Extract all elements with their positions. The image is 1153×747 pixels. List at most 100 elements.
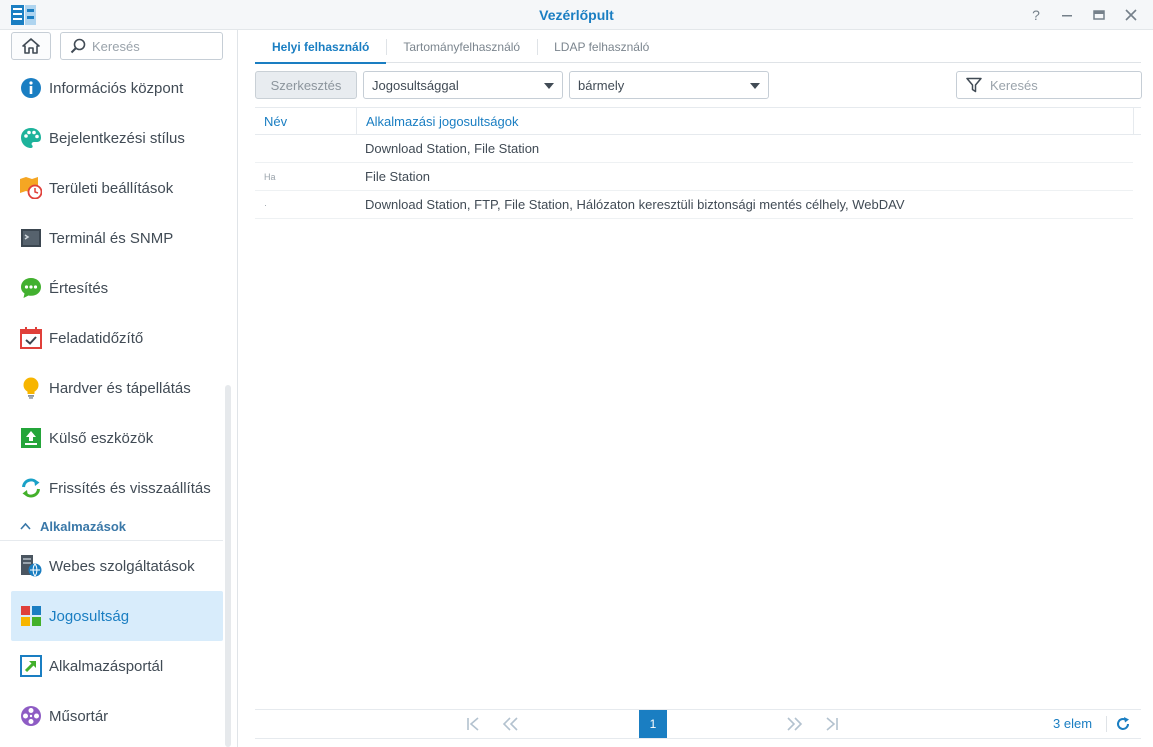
sidebar-item-application-portal[interactable]: Alkalmazásportál	[0, 641, 212, 691]
control-panel-window: Vezérlőpult ? Keresés Információs közpon…	[0, 0, 1153, 747]
sidebar-item-label: Jogosultság	[49, 607, 130, 625]
edit-button[interactable]: Szerkesztés	[255, 71, 357, 99]
refresh-icon	[1117, 717, 1129, 730]
column-header-name[interactable]: Név	[255, 108, 356, 134]
lightbulb-icon	[20, 377, 42, 399]
sidebar-item-label: Értesítés	[49, 279, 109, 297]
chat-bubble-icon	[20, 277, 42, 299]
tab-domain-user[interactable]: Tartományfelhasználó	[386, 30, 537, 63]
filter-type-select[interactable]: Jogosultsággal	[363, 71, 563, 99]
sidebar-item-label: Terminál és SNMP	[49, 229, 174, 247]
calendar-check-icon	[20, 327, 42, 349]
palette-icon	[20, 127, 42, 149]
tab-ldap-user[interactable]: LDAP felhasználó	[537, 30, 666, 63]
filter-search[interactable]	[956, 71, 1142, 99]
sidebar-item-label: Külső eszközök	[49, 429, 154, 447]
filter-search-input[interactable]	[990, 77, 1130, 93]
close-button[interactable]	[1121, 5, 1141, 25]
sidebar-item-login-style[interactable]: Bejelentkezési stílus	[0, 113, 212, 163]
first-page-button[interactable]	[463, 716, 483, 732]
sidebar-item-info-center[interactable]: Információs központ	[0, 63, 212, 113]
prev-page-button[interactable]	[500, 716, 520, 732]
sidebar-section-applications[interactable]: Alkalmazások	[0, 513, 223, 541]
home-icon	[22, 38, 40, 54]
sidebar-item-label: Területi beállítások	[49, 179, 174, 197]
upload-icon	[20, 427, 42, 449]
chevron-up-icon	[20, 521, 31, 533]
refresh-icon	[20, 477, 42, 499]
close-icon	[1125, 9, 1137, 21]
sidebar-section-label: Alkalmazások	[40, 519, 126, 534]
sidebar-search[interactable]	[60, 32, 223, 60]
maximize-button[interactable]	[1089, 5, 1109, 25]
sidebar-item-indexing-service[interactable]: Műsortár	[0, 691, 212, 741]
sidebar-item-label: Információs központ	[49, 79, 184, 97]
terminal-icon	[20, 227, 42, 249]
table-row[interactable]: Ha File Station	[255, 163, 1133, 191]
filter-type-value: Jogosultsággal	[372, 77, 459, 93]
refresh-button[interactable]	[1115, 716, 1131, 732]
column-header-app-privileges[interactable]: Alkalmazási jogosultságok	[356, 108, 1133, 134]
filter-value-select[interactable]: bármely	[569, 71, 769, 99]
sidebar: Információs központ Bejelentkezési stílu…	[0, 30, 238, 747]
sidebar-scrollbar[interactable]	[225, 385, 231, 747]
last-page-button[interactable]	[822, 716, 842, 732]
pagination-divider	[1106, 716, 1107, 732]
sidebar-item-label: Feladatidőzítő	[49, 329, 144, 347]
sidebar-list: Információs központ Bejelentkezési stílu…	[0, 63, 226, 741]
regional-clock-icon	[20, 177, 42, 199]
sidebar-item-label: Bejelentkezési stílus	[49, 129, 185, 147]
first-page-icon	[467, 717, 479, 731]
filter-value-value: bármely	[578, 77, 625, 93]
table-row[interactable]: · Download Station, FTP, File Station, H…	[255, 191, 1133, 219]
current-page-button[interactable]: 1	[639, 710, 667, 738]
sidebar-item-external-devices[interactable]: Külső eszközök	[0, 413, 212, 463]
app-portal-icon	[20, 655, 42, 677]
sidebar-item-label: Alkalmazásportál	[49, 657, 164, 675]
sidebar-item-label: Műsortár	[49, 707, 109, 725]
home-button[interactable]	[11, 32, 51, 60]
film-reel-icon	[20, 705, 42, 727]
sidebar-item-web-services[interactable]: Webes szolgáltatások	[0, 541, 212, 591]
minimize-icon	[1062, 15, 1072, 17]
item-count: 3 elem	[1053, 716, 1093, 731]
minimize-button[interactable]	[1057, 5, 1077, 25]
table-cell-perms: File Station	[365, 169, 431, 184]
last-page-icon	[826, 717, 838, 731]
sidebar-item-label: Webes szolgáltatások	[49, 557, 195, 575]
sidebar-item-task-scheduler[interactable]: Feladatidőzítő	[0, 313, 212, 363]
table-header: Név Alkalmazási jogosultságok	[255, 107, 1141, 135]
sidebar-item-privileges[interactable]: Jogosultság	[11, 591, 223, 641]
privileges-icon	[20, 605, 42, 627]
chevron-down-icon	[750, 83, 760, 89]
search-icon	[70, 38, 86, 54]
table-row[interactable]: Download Station, File Station	[255, 135, 1133, 163]
info-icon	[20, 77, 42, 99]
window-title: Vezérlőpult	[539, 7, 614, 23]
web-server-icon	[20, 555, 42, 577]
sidebar-item-label: Hardver és tápellátás	[49, 379, 191, 397]
tab-bar: Helyi felhasználó Tartományfelhasználó L…	[255, 30, 1141, 64]
sidebar-item-label: Frissítés és visszaállítás	[49, 479, 211, 497]
chevron-down-icon	[544, 83, 554, 89]
sidebar-item-regional-options[interactable]: Területi beállítások	[0, 163, 212, 213]
main-panel: Helyi felhasználó Tartományfelhasználó L…	[239, 30, 1153, 747]
maximize-icon	[1093, 10, 1105, 20]
title-bar: Vezérlőpult ?	[0, 0, 1153, 30]
double-chevron-left-icon	[502, 717, 518, 731]
pagination-bar: 1 3 elem	[255, 709, 1141, 739]
table-cell-perms: Download Station, File Station	[365, 141, 540, 156]
table-cell-perms: Download Station, FTP, File Station, Hál…	[365, 197, 905, 212]
sidebar-item-update-restore[interactable]: Frissítés és visszaállítás	[0, 463, 212, 513]
tab-local-user[interactable]: Helyi felhasználó	[255, 30, 387, 64]
double-chevron-right-icon	[787, 717, 803, 731]
column-header-spacer	[1133, 108, 1141, 134]
sidebar-search-input[interactable]	[92, 38, 212, 54]
next-page-button[interactable]	[785, 716, 805, 732]
sidebar-item-terminal-snmp[interactable]: Terminál és SNMP	[0, 213, 212, 263]
sidebar-item-hardware-power[interactable]: Hardver és tápellátás	[0, 363, 212, 413]
help-button[interactable]: ?	[1026, 5, 1046, 25]
sidebar-item-notification[interactable]: Értesítés	[0, 263, 212, 313]
privileges-table: Név Alkalmazási jogosultságok Download S…	[255, 107, 1141, 219]
filter-icon	[966, 77, 982, 93]
